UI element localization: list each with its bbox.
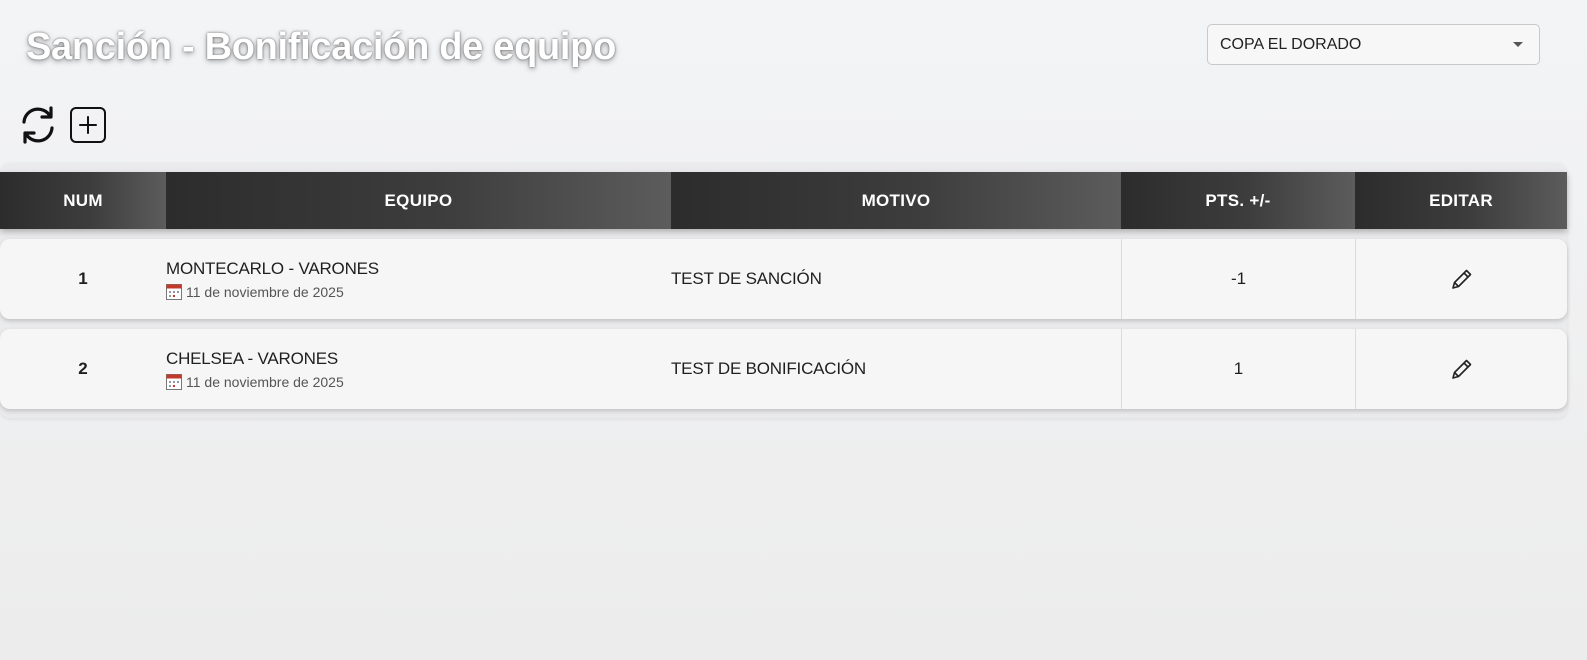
plus-square-icon [79, 116, 97, 134]
team-name: CHELSEA - VARONES [166, 348, 339, 368]
table-row: 1 MONTECARLO - VARONES 11 de noviembre d… [0, 239, 1567, 319]
sanctions-table: NUM EQUIPO MOTIVO PTS. +/- EDITAR 1 MONT… [0, 163, 1567, 418]
refresh-icon [22, 106, 54, 144]
row-team-cell: CHELSEA - VARONES 11 de noviembre de 202… [166, 329, 671, 409]
tournament-select-value: COPA EL DORADO [1220, 35, 1362, 53]
row-points: -1 [1121, 239, 1355, 319]
edit-button[interactable] [1450, 357, 1474, 381]
table-row: 2 CHELSEA - VARONES 11 de noviembre de 2… [0, 329, 1567, 409]
team-date-text: 11 de noviembre de 2025 [186, 283, 344, 300]
row-reason: TEST DE BONIFICACIÓN [671, 359, 866, 378]
chevron-down-icon [1513, 42, 1523, 47]
column-header-equipo-label: EQUIPO [384, 190, 453, 210]
row-edit-cell [1355, 239, 1567, 319]
team-date-text: 11 de noviembre de 2025 [186, 373, 344, 390]
column-header-equipo[interactable]: EQUIPO [166, 172, 671, 229]
calendar-icon [166, 283, 182, 300]
toolbar [18, 104, 106, 146]
row-reason: TEST DE SANCIÓN [671, 269, 822, 288]
column-header-num[interactable]: NUM [0, 172, 166, 229]
page: Sanción - Bonificación de equipo COPA EL… [0, 0, 1587, 660]
table-header: NUM EQUIPO MOTIVO PTS. +/- EDITAR [0, 172, 1567, 229]
tournament-select[interactable]: COPA EL DORADO [1207, 24, 1540, 65]
row-team-cell: MONTECARLO - VARONES 11 de noviembre de … [166, 239, 671, 319]
calendar-icon [166, 373, 182, 390]
pencil-icon [1451, 269, 1471, 289]
page-title: Sanción - Bonificación de equipo [26, 26, 616, 68]
team-name: MONTECARLO - VARONES [166, 258, 379, 278]
edit-button[interactable] [1450, 267, 1474, 291]
refresh-button[interactable] [18, 104, 58, 146]
column-header-editar: EDITAR [1355, 172, 1567, 229]
row-edit-cell [1355, 329, 1567, 409]
row-num: 1 [78, 269, 88, 288]
column-header-pts[interactable]: PTS. +/- [1121, 172, 1355, 229]
pencil-icon [1451, 359, 1471, 379]
row-num: 2 [78, 359, 88, 378]
column-header-motivo[interactable]: MOTIVO [671, 172, 1121, 229]
row-points: 1 [1121, 329, 1355, 409]
team-date: 11 de noviembre de 2025 [166, 283, 344, 300]
team-date: 11 de noviembre de 2025 [166, 373, 344, 390]
add-button[interactable] [70, 107, 106, 143]
